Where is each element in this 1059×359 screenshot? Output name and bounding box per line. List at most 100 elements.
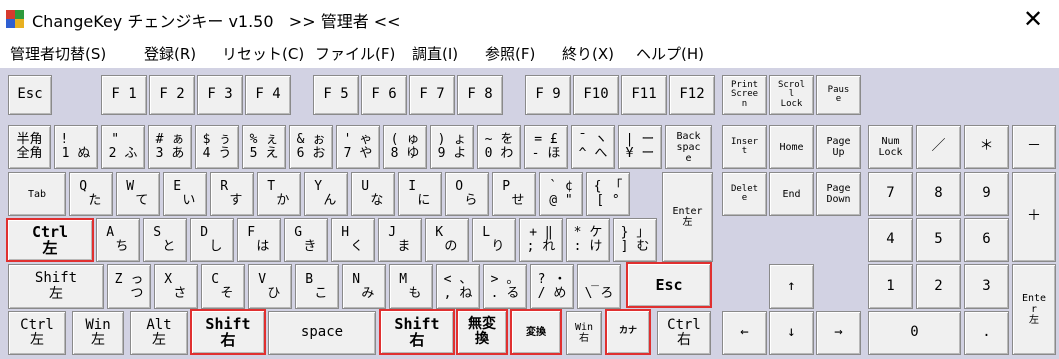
key-pageup[interactable]: Page Up — [816, 125, 861, 169]
key-k[interactable]: K の — [425, 218, 469, 262]
key-ctrl_l2[interactable]: Ctrl 左 — [8, 311, 66, 355]
key-i[interactable]: I に — [398, 172, 442, 216]
key-slash[interactable]: ? ・ / め — [530, 264, 574, 309]
key-num_sub[interactable]: － — [1012, 125, 1056, 169]
key-win_r[interactable]: Win 右 — [566, 311, 602, 355]
key-arrow_left[interactable]: ← — [722, 311, 767, 355]
key-henkan[interactable]: 変換 — [510, 309, 562, 355]
menu-item-reset[interactable]: リセット(C) — [222, 43, 304, 64]
key-yen[interactable]: | ー ¥ ー — [618, 125, 662, 169]
key-4[interactable]: $ ぅ 4 う — [195, 125, 239, 169]
key-num6[interactable]: 6 — [964, 218, 1009, 262]
key-tab[interactable]: Tab — [8, 172, 66, 216]
key-at[interactable]: ` ¢ @ " — [539, 172, 583, 216]
key-semicolon[interactable]: + ‖ ; れ — [519, 218, 563, 262]
key-f7[interactable]: F 7 — [409, 75, 455, 115]
key-o[interactable]: O ら — [445, 172, 489, 216]
key-p[interactable]: P せ — [492, 172, 536, 216]
key-num4[interactable]: 4 — [868, 218, 913, 262]
key-colon[interactable]: * ケ : け — [566, 218, 610, 262]
key-scrolllock[interactable]: Scrol l Lock — [769, 75, 814, 115]
menu-item-help[interactable]: ヘルプ(H) — [636, 43, 704, 64]
key-0[interactable]: ~ を 0 わ — [477, 125, 521, 169]
key-caret[interactable]: ¯ ヽ ^ へ — [571, 125, 615, 169]
key-pause[interactable]: Paus e — [816, 75, 861, 115]
key-s[interactable]: S と — [143, 218, 187, 262]
key-f5[interactable]: F 5 — [313, 75, 359, 115]
key-x[interactable]: X さ — [154, 264, 198, 309]
key-kana[interactable]: カナ — [605, 309, 651, 355]
key-6[interactable]: & ぉ 6 お — [289, 125, 333, 169]
key-3[interactable]: # ぁ 3 あ — [148, 125, 192, 169]
key-esc[interactable]: Esc — [8, 75, 52, 115]
key-numlock[interactable]: Num Lock — [868, 125, 913, 169]
key-y[interactable]: Y ん — [304, 172, 348, 216]
key-f9[interactable]: F 9 — [525, 75, 571, 115]
key-d[interactable]: D し — [190, 218, 234, 262]
key-1[interactable]: ! 1 ぬ — [54, 125, 98, 169]
key-j[interactable]: J ま — [378, 218, 422, 262]
key-g[interactable]: G き — [284, 218, 328, 262]
key-q[interactable]: Q た — [69, 172, 113, 216]
menu-item-sanshou[interactable]: 参照(F) — [485, 43, 535, 64]
key-num9[interactable]: 9 — [964, 172, 1009, 216]
close-icon[interactable]: ✕ — [1018, 4, 1048, 34]
key-f1[interactable]: F 1 — [101, 75, 147, 115]
key-ctrl_l[interactable]: Ctrl 左 — [6, 218, 94, 262]
key-f[interactable]: F は — [237, 218, 281, 262]
key-pagedown[interactable]: Page Down — [816, 172, 861, 216]
key-r[interactable]: R す — [210, 172, 254, 216]
key-a[interactable]: A ち — [96, 218, 140, 262]
menu-item-chousei[interactable]: 調直(I) — [412, 43, 458, 64]
key-alt_l[interactable]: Alt 左 — [130, 311, 188, 355]
key-muhenkan[interactable]: 無変 換 — [456, 309, 508, 355]
key-backspace[interactable]: Back spac e — [665, 125, 712, 169]
menu-item-owari[interactable]: 終り(X) — [562, 43, 614, 64]
key-delete[interactable]: Delet e — [722, 172, 767, 216]
key-m[interactable]: M も — [389, 264, 433, 309]
key-num5[interactable]: 5 — [916, 218, 961, 262]
menu-item-touroku[interactable]: 登録(R) — [144, 43, 196, 64]
key-2[interactable]: " 2 ふ — [101, 125, 145, 169]
key-period[interactable]: > 。 . る — [483, 264, 527, 309]
menu-item-kanri[interactable]: 管理者切替(S) — [10, 43, 106, 64]
key-num_add[interactable]: ＋ — [1012, 172, 1056, 262]
key-b[interactable]: B こ — [295, 264, 339, 309]
key-9[interactable]: ) ょ 9 よ — [430, 125, 474, 169]
key-f11[interactable]: F11 — [621, 75, 667, 115]
key-f12[interactable]: F12 — [669, 75, 715, 115]
key-shift_l[interactable]: Shift 左 — [8, 264, 104, 309]
key-enter[interactable]: Enter 左 — [662, 172, 713, 262]
key-printscreen[interactable]: Print Scree n — [722, 75, 767, 115]
key-insert[interactable]: Inser t — [722, 125, 767, 169]
key-arrow_down[interactable]: ↓ — [769, 311, 814, 355]
key-c[interactable]: C そ — [201, 264, 245, 309]
key-w[interactable]: W て — [116, 172, 160, 216]
key-comma[interactable]: < 、 , ね — [436, 264, 480, 309]
key-shift_r_mod[interactable]: Shift 右 — [190, 309, 266, 355]
key-num1[interactable]: 1 — [868, 264, 913, 309]
key-7[interactable]: ' ゃ 7 や — [336, 125, 380, 169]
key-esc2[interactable]: Esc — [626, 262, 712, 308]
key-bracket_l[interactable]: { 「 [ ° — [586, 172, 630, 216]
key-num0[interactable]: 0 — [868, 311, 961, 355]
key-num2[interactable]: 2 — [916, 264, 961, 309]
key-f8[interactable]: F 8 — [457, 75, 503, 115]
key-v[interactable]: V ひ — [248, 264, 292, 309]
key-space[interactable]: space — [268, 311, 376, 355]
key-minus[interactable]: = £ - ほ — [524, 125, 568, 169]
key-num_div[interactable]: ／ — [916, 125, 961, 169]
key-hankaku[interactable]: 半角 全角 — [8, 125, 51, 169]
key-shift_r[interactable]: Shift 右 — [379, 309, 455, 355]
key-h[interactable]: H く — [331, 218, 375, 262]
menu-item-file[interactable]: ファイル(F) — [315, 43, 395, 64]
key-l[interactable]: L り — [472, 218, 516, 262]
key-home[interactable]: Home — [769, 125, 814, 169]
key-win_l[interactable]: Win 左 — [72, 311, 124, 355]
key-num3[interactable]: 3 — [964, 264, 1009, 309]
key-num_dot[interactable]: . — [964, 311, 1009, 355]
key-arrow_right[interactable]: → — [816, 311, 861, 355]
key-e[interactable]: E い — [163, 172, 207, 216]
key-bracket_r[interactable]: } 」 ] む — [613, 218, 657, 262]
key-5[interactable]: % ぇ 5 え — [242, 125, 286, 169]
